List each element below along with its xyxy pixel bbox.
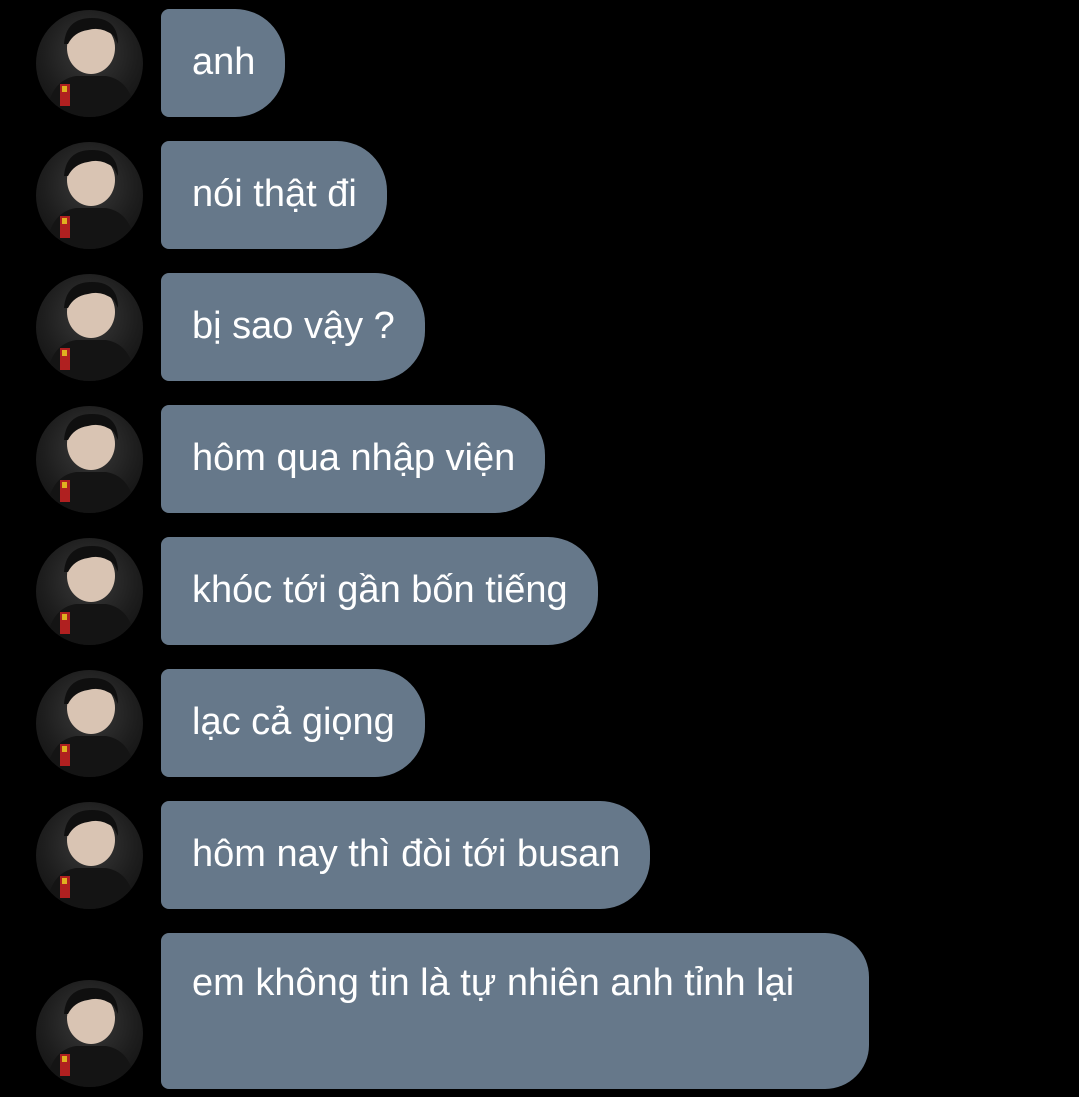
message-bubble[interactable]: nói thật đi — [161, 141, 387, 249]
message-bubble[interactable]: khóc tới gần bốn tiếng — [161, 537, 598, 645]
avatar[interactable] — [36, 142, 143, 249]
message-text: hôm nay thì đòi tới busan — [192, 833, 621, 875]
person-silhouette-icon — [46, 678, 136, 777]
message-row: bị sao vậy ? — [0, 273, 1079, 381]
avatar[interactable] — [36, 10, 143, 117]
person-silhouette-icon — [46, 810, 136, 909]
message-bubble[interactable]: lạc cả giọng — [161, 669, 425, 777]
message-bubble[interactable]: anh — [161, 9, 286, 117]
message-row: em không tin là tự nhiên anh tỉnh lại — [0, 933, 1079, 1089]
message-row: hôm qua nhập viện — [0, 405, 1079, 513]
avatar[interactable] — [36, 406, 143, 513]
message-row: lạc cả giọng — [0, 669, 1079, 777]
message-row: hôm nay thì đòi tới busan — [0, 801, 1079, 909]
person-silhouette-icon — [46, 18, 136, 117]
avatar[interactable] — [36, 538, 143, 645]
person-silhouette-icon — [46, 988, 136, 1087]
message-row: nói thật đi — [0, 141, 1079, 249]
message-text: bị sao vậy ? — [192, 305, 395, 347]
person-silhouette-icon — [46, 282, 136, 381]
message-text: khóc tới gần bốn tiếng — [192, 569, 568, 611]
message-text: nói thật đi — [192, 173, 357, 215]
avatar[interactable] — [36, 670, 143, 777]
person-silhouette-icon — [46, 414, 136, 513]
message-text: anh — [192, 41, 256, 83]
message-thread: anh nói thật đi bị sao vậy ? hôm qua nhậ… — [0, 0, 1079, 1097]
person-silhouette-icon — [46, 150, 136, 249]
message-bubble[interactable]: hôm qua nhập viện — [161, 405, 546, 513]
message-row: anh — [0, 9, 1079, 117]
avatar[interactable] — [36, 980, 143, 1087]
avatar[interactable] — [36, 802, 143, 909]
message-bubble[interactable]: em không tin là tự nhiên anh tỉnh lại — [161, 933, 869, 1089]
person-silhouette-icon — [46, 546, 136, 645]
message-row: khóc tới gần bốn tiếng — [0, 537, 1079, 645]
message-text: lạc cả giọng — [192, 701, 395, 743]
avatar[interactable] — [36, 274, 143, 381]
message-bubble[interactable]: hôm nay thì đòi tới busan — [161, 801, 651, 909]
message-bubble[interactable]: bị sao vậy ? — [161, 273, 425, 381]
message-text: hôm qua nhập viện — [192, 437, 516, 479]
message-text: em không tin là tự nhiên anh tỉnh lại — [192, 962, 795, 1004]
